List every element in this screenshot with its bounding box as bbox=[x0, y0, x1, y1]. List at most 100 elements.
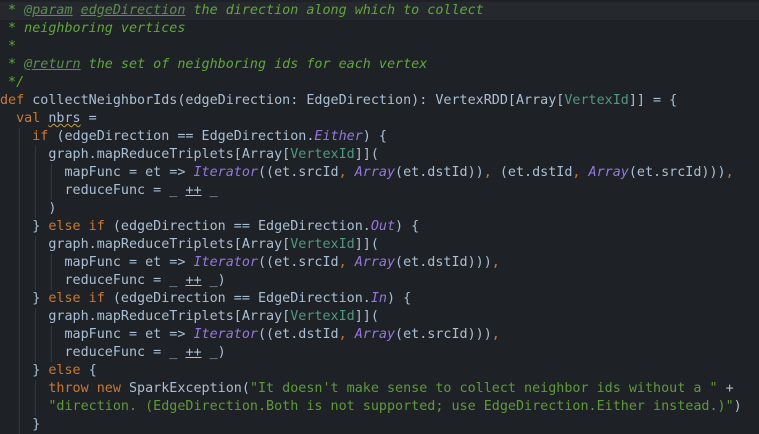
indent-guide bbox=[35, 344, 36, 362]
keyword: val bbox=[16, 111, 49, 126]
code-text: { bbox=[88, 363, 97, 378]
code-line[interactable]: ) bbox=[0, 200, 759, 218]
code-text: (et.dstId))) bbox=[395, 255, 492, 270]
code-text: ) { bbox=[386, 291, 412, 306]
code-text: (edgeDirection == EdgeDirection. bbox=[112, 219, 371, 234]
code-line[interactable]: graph.mapReduceTriplets[Array[VertexId]]… bbox=[0, 308, 759, 326]
code-text: _) bbox=[201, 345, 226, 360]
italic-identifier: In bbox=[370, 291, 387, 306]
code-line[interactable]: * neighboring vertices bbox=[0, 20, 759, 38]
indent-guide bbox=[51, 344, 52, 362]
comment: * bbox=[0, 39, 17, 54]
punctuation: , bbox=[338, 327, 355, 342]
code-line[interactable]: } else if (edgeDirection == EdgeDirectio… bbox=[0, 218, 759, 236]
code-line[interactable]: * bbox=[0, 38, 759, 56]
punctuation: , bbox=[491, 327, 500, 342]
italic-identifier: Array bbox=[354, 255, 396, 270]
code-line[interactable]: if (edgeDirection == EdgeDirection.Eithe… bbox=[0, 128, 759, 146]
code-line[interactable]: graph.mapReduceTriplets[Array[VertexId]]… bbox=[0, 236, 759, 254]
type-name: VertexId bbox=[290, 309, 355, 324]
code-text: _) bbox=[201, 273, 226, 288]
code-text: ) bbox=[0, 201, 57, 216]
code-line[interactable]: * @return the set of neighboring ids for… bbox=[0, 56, 759, 74]
comment: */ bbox=[0, 75, 25, 90]
code-line[interactable]: mapFunc = et => Iterator((et.srcId, Arra… bbox=[0, 254, 759, 272]
italic-identifier: Array bbox=[588, 165, 629, 180]
code-line[interactable]: "direction. (EdgeDirection.Both is not s… bbox=[0, 398, 759, 416]
code-line[interactable]: def collectNeighborIds(edgeDirection: Ed… bbox=[0, 92, 759, 110]
italic-identifier: Iterator bbox=[193, 165, 258, 180]
comment: * bbox=[0, 3, 25, 18]
code-text: = bbox=[80, 111, 97, 126]
indent-guide bbox=[19, 182, 20, 200]
keyword: throw new bbox=[48, 381, 129, 396]
indent-guide bbox=[35, 272, 36, 290]
indent-guide bbox=[19, 308, 20, 326]
code-text: ) { bbox=[362, 129, 387, 144]
indent-guide bbox=[19, 146, 20, 164]
comment: * neighboring vertices bbox=[0, 21, 186, 36]
code-line[interactable]: reduceFunc = _ ++ _) bbox=[0, 344, 759, 362]
indent-guide bbox=[19, 254, 20, 272]
code-line[interactable]: reduceFunc = _ ++ _) bbox=[0, 272, 759, 290]
code-text: ]]( bbox=[354, 237, 379, 252]
doc-tag: edgeDirection bbox=[80, 3, 186, 18]
operator: ++ bbox=[185, 273, 202, 288]
code-line[interactable]: mapFunc = et => Iterator((et.srcId, Arra… bbox=[0, 164, 759, 182]
indent-guide bbox=[19, 164, 20, 182]
code-text: collectNeighborIds(edgeDirection: EdgeDi… bbox=[32, 93, 565, 108]
doc-tag: @param bbox=[24, 3, 73, 18]
keyword: if bbox=[32, 129, 57, 144]
indent-guide bbox=[19, 290, 20, 308]
code-text: + bbox=[717, 381, 734, 396]
indent-guide bbox=[19, 326, 20, 344]
code-line[interactable]: } bbox=[0, 416, 759, 434]
doc-tag: @return bbox=[24, 57, 81, 72]
code-text: graph.mapReduceTriplets[Array[ bbox=[0, 237, 291, 252]
italic-identifier: Either bbox=[314, 129, 363, 144]
punctuation: , bbox=[572, 165, 589, 180]
keyword: def bbox=[0, 93, 33, 108]
punctuation: , bbox=[491, 255, 500, 270]
operator: ++ bbox=[185, 183, 202, 198]
comment: * bbox=[0, 57, 25, 72]
indent-guide bbox=[19, 128, 20, 146]
indent-guide bbox=[35, 200, 36, 218]
indent-guide bbox=[35, 146, 36, 164]
indent-guide bbox=[35, 326, 36, 344]
code-text: (et.dstId bbox=[499, 165, 573, 180]
code-line[interactable]: } else { bbox=[0, 362, 759, 380]
comment bbox=[73, 3, 81, 18]
code-line[interactable]: throw new SparkException("It doesn't mak… bbox=[0, 380, 759, 398]
code-text: reduceFunc = _ bbox=[0, 345, 186, 360]
code-editor[interactable]: * @param edgeDirection the direction alo… bbox=[0, 0, 759, 434]
italic-identifier: Iterator bbox=[193, 327, 258, 342]
keyword: else if bbox=[48, 291, 113, 306]
string-literal: "direction. (EdgeDirection.Both is not s… bbox=[0, 399, 734, 414]
code-text: } bbox=[0, 417, 41, 432]
italic-identifier: Out bbox=[370, 219, 396, 234]
indent-guide bbox=[19, 236, 20, 254]
code-line[interactable]: mapFunc = et => Iterator((et.dstId, Arra… bbox=[0, 326, 759, 344]
indent-guide bbox=[19, 344, 20, 362]
code-text: } bbox=[0, 363, 49, 378]
code-text: ((et.srcId bbox=[257, 165, 339, 180]
indent-guide bbox=[19, 362, 20, 380]
code-line[interactable]: val nbrs = bbox=[0, 110, 759, 128]
indent-guide bbox=[35, 164, 36, 182]
comment: the direction along which to collect bbox=[185, 3, 484, 18]
indent-guide bbox=[19, 218, 20, 236]
punctuation: , bbox=[338, 165, 355, 180]
code-text: mapFunc = et => bbox=[0, 165, 194, 180]
code-text: mapFunc = et => bbox=[0, 255, 194, 270]
code-text: SparkException( bbox=[129, 381, 250, 396]
code-line[interactable]: } else if (edgeDirection == EdgeDirectio… bbox=[0, 290, 759, 308]
indent-guide bbox=[51, 254, 52, 272]
code-line[interactable]: */ bbox=[0, 74, 759, 92]
code-text: reduceFunc = _ bbox=[0, 183, 186, 198]
code-line[interactable]: graph.mapReduceTriplets[Array[VertexId]]… bbox=[0, 146, 759, 164]
code-line[interactable]: * @param edgeDirection the direction alo… bbox=[0, 2, 759, 20]
code-line[interactable]: reduceFunc = _ ++ _ bbox=[0, 182, 759, 200]
indent-guide bbox=[51, 164, 52, 182]
type-name: VertexId bbox=[290, 237, 355, 252]
